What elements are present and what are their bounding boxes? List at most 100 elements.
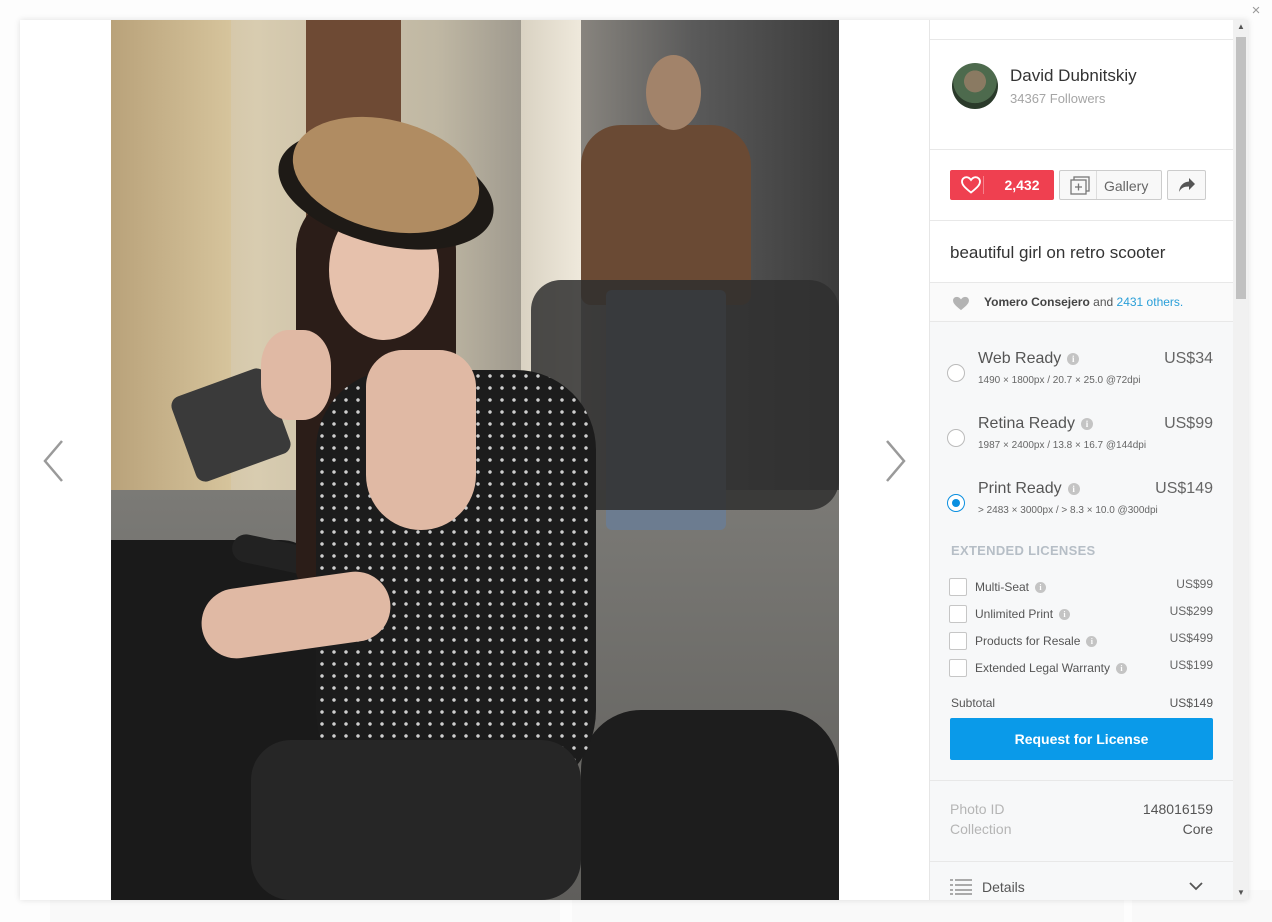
share-button[interactable] — [1167, 170, 1206, 200]
title-section: beautiful girl on retro scooter — [930, 221, 1233, 283]
extended-licenses-heading: EXTENDED LICENSES — [951, 543, 1096, 558]
likers-connector: and — [1093, 295, 1114, 309]
subtotal-label: Subtotal — [951, 696, 996, 710]
close-icon[interactable]: × — [1248, 3, 1264, 19]
scroll-up-arrow-icon[interactable]: ▲ — [1236, 22, 1246, 32]
add-to-gallery-icon — [1070, 176, 1090, 195]
license-name-text: Print Ready — [978, 480, 1062, 497]
like-button[interactable]: 2,432 — [950, 170, 1054, 200]
like-count: 2,432 — [1004, 177, 1040, 193]
heart-icon — [961, 176, 981, 194]
extended-license-price: US$499 — [1169, 631, 1213, 645]
license-name: Web Ready i — [978, 350, 1080, 368]
license-price: US$34 — [1164, 350, 1213, 367]
extended-license-price: US$99 — [1176, 577, 1213, 591]
chevron-down-icon — [1189, 882, 1203, 891]
extended-license-products-for-resale[interactable]: Products for Resale i US$499 — [930, 631, 1233, 653]
license-radio-selected[interactable] — [947, 494, 965, 512]
scrollbar-thumb[interactable] — [1236, 37, 1246, 299]
extended-license-checkbox[interactable] — [949, 632, 967, 650]
author-section: David Dubnitskiy 34367 Followers — [930, 39, 1233, 150]
license-name-text: Web Ready — [978, 350, 1062, 367]
subtotal-value: US$149 — [1169, 696, 1213, 710]
photo-stockings — [251, 740, 581, 900]
next-photo-button[interactable] — [875, 438, 911, 484]
info-icon[interactable]: i — [1059, 609, 1071, 621]
photo-meta-section: Photo ID 148016159 Collection Core — [930, 781, 1233, 862]
request-license-button[interactable]: Request for License — [950, 718, 1213, 760]
extended-license-legal-warranty[interactable]: Extended Legal Warranty i US$199 — [930, 658, 1233, 680]
photo-lightbox: David Dubnitskiy 34367 Followers 2,432 G… — [20, 20, 1248, 900]
extended-license-name: Extended Legal Warranty i — [975, 661, 1127, 675]
info-icon[interactable]: i — [1080, 417, 1093, 430]
photo-bg-man-jacket — [581, 125, 751, 305]
photo-hand — [261, 330, 331, 420]
license-option-print-ready[interactable]: Print Ready i > 2483 × 3000px / > 8.3 × 1… — [930, 468, 1233, 528]
info-icon[interactable]: i — [1067, 352, 1080, 365]
likers-text: Yomero Consejero and 2431 others. — [984, 295, 1183, 309]
license-dimensions: > 2483 × 3000px / > 8.3 × 10.0 @300dpi — [978, 505, 1158, 516]
extended-license-multi-seat[interactable]: Multi-Seat i US$99 — [930, 577, 1233, 599]
extended-license-name-text: Unlimited Print — [975, 607, 1054, 621]
main-photo — [111, 20, 839, 900]
like-divider — [983, 176, 984, 194]
photo-sidebar: David Dubnitskiy 34367 Followers 2,432 G… — [929, 20, 1233, 900]
license-name-text: Retina Ready — [978, 415, 1075, 432]
collection-value: Core — [1182, 821, 1213, 837]
license-name: Retina Ready i — [978, 415, 1093, 433]
list-icon — [950, 879, 972, 895]
extended-license-name: Unlimited Print i — [975, 607, 1071, 621]
extended-license-name: Multi-Seat i — [975, 580, 1047, 594]
author-name[interactable]: David Dubnitskiy — [1010, 66, 1137, 86]
license-option-retina-ready[interactable]: Retina Ready i 1987 × 2400px / 13.8 × 16.… — [930, 403, 1233, 463]
share-arrow-icon — [1179, 178, 1195, 192]
photo-title: beautiful girl on retro scooter — [950, 243, 1166, 262]
info-icon[interactable]: i — [1067, 482, 1080, 495]
actions-section: 2,432 Gallery — [930, 150, 1233, 221]
info-icon[interactable]: i — [1086, 636, 1098, 648]
previous-photo-button[interactable] — [38, 438, 74, 484]
author-avatar[interactable] — [952, 63, 998, 109]
sidebar-scrollbar[interactable]: ▲ ▼ — [1233, 20, 1248, 900]
license-name: Print Ready i — [978, 480, 1080, 498]
likers-others-link[interactable]: 2431 others. — [1117, 295, 1184, 309]
extended-license-price: US$299 — [1169, 604, 1213, 618]
license-dimensions: 1490 × 1800px / 20.7 × 25.0 @72dpi — [978, 375, 1141, 386]
likers-section: Yomero Consejero and 2431 others. — [930, 283, 1233, 322]
license-radio[interactable] — [947, 364, 965, 382]
info-icon[interactable]: i — [1035, 582, 1047, 594]
license-radio[interactable] — [947, 429, 965, 447]
license-dimensions: 1987 × 2400px / 13.8 × 16.7 @144dpi — [978, 440, 1147, 451]
extended-license-checkbox[interactable] — [949, 659, 967, 677]
heart-icon — [953, 296, 969, 311]
scroll-down-arrow-icon[interactable]: ▼ — [1236, 888, 1246, 898]
extended-license-name-text: Extended Legal Warranty — [975, 661, 1110, 675]
add-to-gallery-button[interactable]: Gallery — [1059, 170, 1162, 200]
photo-stage — [20, 20, 929, 900]
collection-label: Collection — [950, 821, 1012, 837]
extended-license-price: US$199 — [1169, 658, 1213, 672]
details-label: Details — [982, 879, 1025, 895]
license-price: US$99 — [1164, 415, 1213, 432]
gallery-divider — [1096, 171, 1097, 199]
gallery-label: Gallery — [1104, 178, 1149, 194]
chevron-left-icon — [43, 440, 63, 482]
license-section: Web Ready i 1490 × 1800px / 20.7 × 25.0 @… — [930, 322, 1233, 781]
license-option-web-ready[interactable]: Web Ready i 1490 × 1800px / 20.7 × 25.0 @… — [930, 338, 1233, 398]
photo-skin-chest — [366, 350, 476, 530]
photo-seat — [581, 710, 839, 900]
extended-license-unlimited-print[interactable]: Unlimited Print i US$299 — [930, 604, 1233, 626]
license-price: US$149 — [1155, 480, 1213, 497]
liker-name[interactable]: Yomero Consejero — [984, 295, 1090, 309]
photo-bg-man-head — [646, 55, 701, 130]
photo-id-value: 148016159 — [1142, 801, 1213, 817]
extended-license-checkbox[interactable] — [949, 605, 967, 623]
extended-license-name-text: Products for Resale — [975, 634, 1081, 648]
details-accordion[interactable]: Details — [930, 862, 1233, 900]
author-followers: 34367 Followers — [1010, 91, 1106, 106]
info-icon[interactable]: i — [1115, 663, 1127, 675]
chevron-right-icon — [886, 440, 906, 482]
extended-license-checkbox[interactable] — [949, 578, 967, 596]
extended-license-name: Products for Resale i — [975, 634, 1098, 648]
extended-license-name-text: Multi-Seat — [975, 580, 1030, 594]
